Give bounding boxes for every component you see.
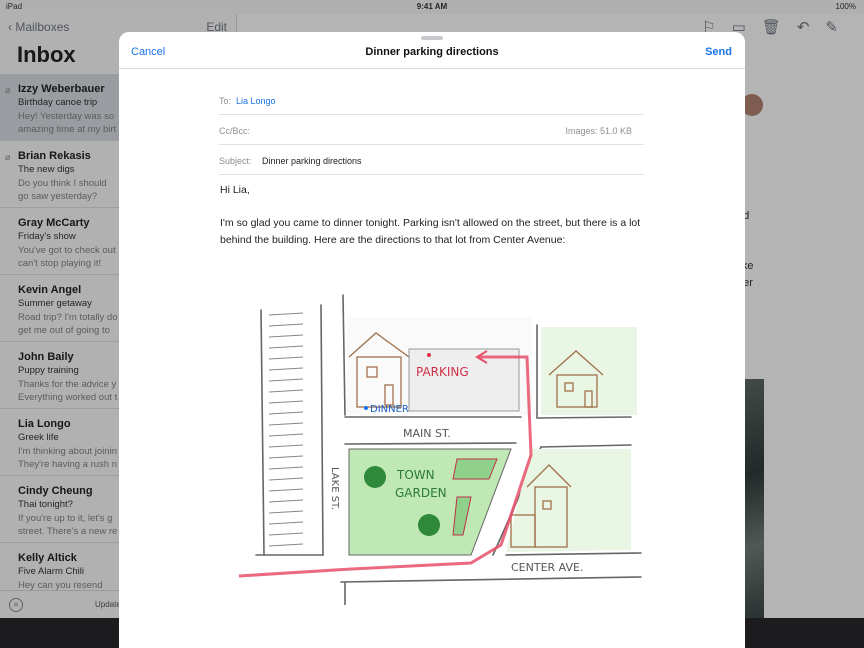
compose-nav-bar: Cancel Dinner parking directions Send <box>119 32 745 69</box>
railroad-tie <box>268 466 304 470</box>
recipient-token[interactable]: Lia Longo <box>236 96 276 106</box>
railroad-tie <box>268 367 304 371</box>
railroad-tie <box>268 521 304 525</box>
subject-field[interactable]: Subject: Dinner parking directions <box>219 145 644 175</box>
road-edge <box>340 576 642 583</box>
subject-input[interactable]: Dinner parking directions <box>262 156 362 166</box>
cc-bcc-field[interactable]: Cc/Bcc: Images: 51.0 KB <box>219 115 644 145</box>
railroad-tie <box>268 499 304 503</box>
railroad-tie <box>268 532 304 536</box>
tree <box>364 466 386 488</box>
block-top-right <box>541 327 637 415</box>
railroad-tie <box>268 422 304 426</box>
road-edge <box>342 294 346 416</box>
to-field[interactable]: To: Lia Longo <box>219 85 644 115</box>
railroad-ties <box>268 312 304 547</box>
cc-bcc-label: Cc/Bcc: <box>219 126 251 136</box>
railroad-tie <box>268 400 304 404</box>
dinner-label: DINNER <box>370 404 409 415</box>
railroad-tie <box>268 411 304 415</box>
images-size[interactable]: Images: 51.0 KB <box>565 126 632 136</box>
directions-sketch: PARKING DINNER MAIN ST. LAKE ST. TOWN GA… <box>238 294 642 605</box>
parking-dot <box>427 353 431 357</box>
parking-label: PARKING <box>416 365 469 379</box>
tree <box>418 514 440 536</box>
garden-label-line2: GARDEN <box>395 486 447 500</box>
railroad-tie <box>268 488 304 492</box>
railroad-tie <box>268 378 304 382</box>
road-edge <box>536 416 632 419</box>
subject-label: Subject: <box>219 156 252 166</box>
body-paragraph[interactable]: I'm so glad you came to dinner tonight. … <box>220 215 650 249</box>
railroad-tie <box>268 345 304 349</box>
road-edge <box>540 444 632 448</box>
compose-sheet: Cancel Dinner parking directions Send To… <box>119 32 745 648</box>
block-bottom-right <box>506 449 631 552</box>
railroad-tie <box>268 455 304 459</box>
to-label: To: <box>219 96 232 106</box>
railroad-tie <box>268 323 304 327</box>
garden-label-line1: TOWN <box>396 468 435 482</box>
road-edge <box>320 304 324 556</box>
compose-title: Dinner parking directions <box>365 46 499 58</box>
dinner-dot <box>364 406 368 410</box>
road-edge <box>344 442 517 445</box>
railroad-tie <box>268 510 304 514</box>
railroad-tie <box>268 356 304 360</box>
road-edge <box>260 309 265 556</box>
body-greeting[interactable]: Hi Lia, <box>220 182 650 199</box>
railroad-tie <box>268 543 304 547</box>
railroad-tie <box>268 312 304 316</box>
railroad-tie <box>268 389 304 393</box>
send-button[interactable]: Send <box>705 46 732 58</box>
road-edge <box>505 552 642 556</box>
center-ave-label: CENTER AVE. <box>511 561 583 574</box>
lake-street-label: LAKE ST. <box>329 467 340 510</box>
main-street-label: MAIN ST. <box>403 427 451 440</box>
railroad-tie <box>268 433 304 437</box>
railroad-tie <box>268 444 304 448</box>
railroad-tie <box>268 477 304 481</box>
railroad-tie <box>268 334 304 338</box>
